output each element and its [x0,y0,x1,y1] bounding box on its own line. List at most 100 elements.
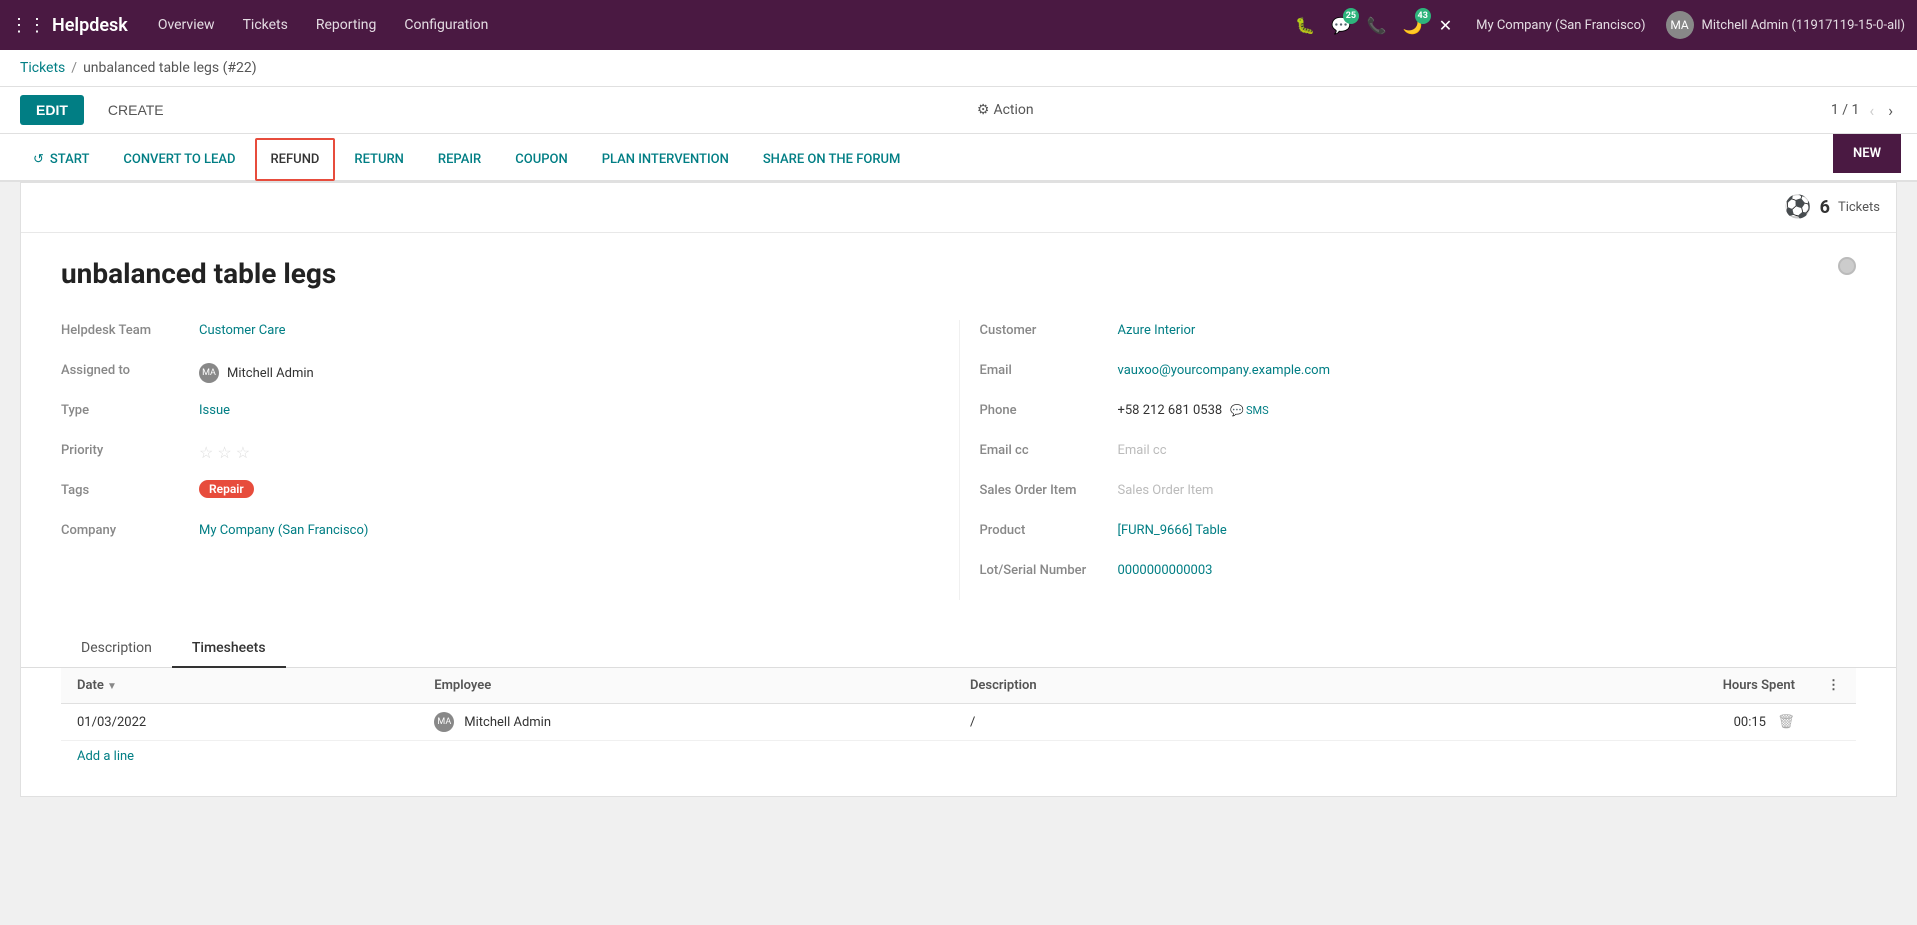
field-helpdesk-team: Helpdesk Team Customer Care [61,320,939,350]
nav-tickets[interactable]: Tickets [229,0,302,50]
action-coupon[interactable]: COUPON [500,139,582,180]
type-label: Type [61,400,191,418]
create-button[interactable]: CREATE [92,95,180,125]
action-coupon-label: COUPON [515,152,567,167]
action-convert-label: CONVERT TO LEAD [123,152,235,167]
star-2[interactable]: ☆ [217,443,231,462]
pagination: 1 / 1 ‹ › [1831,99,1897,122]
form-body: unbalanced table legs Helpdesk Team Cust… [21,233,1896,796]
edit-button[interactable]: EDIT [20,95,84,125]
sort-arrow: ▼ [107,681,117,692]
sms-icon: 💬 [1230,404,1244,417]
nav-reporting[interactable]: Reporting [302,0,391,50]
sms-label: SMS [1246,404,1269,417]
sms-button[interactable]: 💬 SMS [1230,404,1268,417]
col-header-date[interactable]: Date ▼ [61,668,418,704]
col-header-employee[interactable]: Employee [418,668,954,704]
clock-icon[interactable]: 🌙 43 [1399,12,1427,39]
new-button[interactable]: NEW [1833,134,1901,173]
navbar: ⋮⋮ Helpdesk Overview Tickets Reporting C… [0,0,1917,50]
nav-configuration[interactable]: Configuration [390,0,502,50]
sales-order-value[interactable]: Sales Order Item [1118,480,1214,498]
field-company: Company My Company (San Francisco) [61,520,939,550]
action-label: Action [993,102,1033,118]
add-line-button[interactable]: Add a line [61,741,150,772]
breadcrumb-parent[interactable]: Tickets [20,60,65,76]
table-header-row: Date ▼ Employee Description Hours Spent [61,668,1856,704]
status-dot[interactable] [1838,257,1856,275]
priority-label: Priority [61,440,191,458]
gear-icon: ⚙ [977,102,990,118]
employee-cell: MA Mitchell Admin [434,712,938,732]
product-value[interactable]: [FURN_9666] Table [1118,520,1227,538]
email-label: Email [980,360,1110,378]
field-assigned-to: Assigned to MA Mitchell Admin [61,360,939,390]
lot-serial-value[interactable]: 0000000000003 [1118,560,1213,578]
row-employee: MA Mitchell Admin [418,704,954,741]
timesheets-tbody: 01/03/2022 MA Mitchell Admin / 00:15 🗑 [61,704,1856,741]
col-header-description[interactable]: Description [954,668,1490,704]
action-plan-intervention[interactable]: PLAN INTERVENTION [587,139,744,180]
delete-row-icon[interactable]: 🗑 [1777,714,1795,730]
company-value[interactable]: My Company (San Francisco) [199,520,368,538]
phone-number: +58 212 681 0538 [1118,403,1223,418]
star-3[interactable]: ☆ [236,443,250,462]
avatar: MA [1666,11,1694,39]
action-repair-label: REPAIR [438,152,481,167]
card-header: ⚽ 6 Tickets [21,183,1896,233]
action-start[interactable]: ↺ START [18,139,104,180]
user-menu[interactable]: MA Mitchell Admin (11917119-15-0-all) [1666,11,1905,39]
field-product: Product [FURN_9666] Table [980,520,1857,550]
clock-badge: 43 [1415,8,1431,24]
debug-icon[interactable]: 🐛 [1291,12,1319,39]
app-title[interactable]: Helpdesk [52,15,128,36]
employee-name: Mitchell Admin [464,715,551,730]
apps-menu-icon[interactable]: ⋮⋮ [12,9,44,41]
ticket-stat: ⚽ 6 Tickets [1784,195,1880,220]
settings-icon[interactable]: ✕ [1435,12,1456,39]
helpdesk-team-label: Helpdesk Team [61,320,191,338]
row-date: 01/03/2022 [61,704,418,741]
helpdesk-team-value[interactable]: Customer Care [199,320,286,338]
table-row: 01/03/2022 MA Mitchell Admin / 00:15 🗑 [61,704,1856,741]
pagination-prev[interactable]: ‹ [1865,99,1878,122]
col-header-hours[interactable]: Hours Spent [1490,668,1811,704]
pagination-next[interactable]: › [1884,99,1897,122]
field-phone: Phone +58 212 681 0538 💬 SMS [980,400,1857,430]
action-share-forum[interactable]: SHARE ON THE FORUM [748,139,916,180]
phone-value: +58 212 681 0538 💬 SMS [1118,400,1269,418]
date-col-label: Date [77,678,104,693]
action-plan-label: PLAN INTERVENTION [602,152,729,167]
email-cc-label: Email cc [980,440,1110,458]
action-refund[interactable]: REFUND [255,138,336,181]
action-convert-to-lead[interactable]: CONVERT TO LEAD [108,139,250,180]
toolbar: EDIT CREATE ⚙ Action 1 / 1 ‹ › [0,87,1917,134]
refresh-icon: ↺ [33,152,44,167]
tag-repair[interactable]: Repair [199,480,254,498]
messages-icon[interactable]: 💬 25 [1327,12,1355,39]
type-value[interactable]: Issue [199,400,230,418]
action-return[interactable]: RETURN [339,139,419,180]
row-description: / [954,704,1490,741]
field-type: Type Issue [61,400,939,430]
main-content: ⚽ 6 Tickets unbalanced table legs Helpde… [0,182,1917,817]
action-return-label: RETURN [354,152,404,167]
company-name[interactable]: My Company (San Francisco) [1476,18,1645,33]
field-email: Email vauxoo@yourcompany.example.com [980,360,1857,390]
email-value[interactable]: vauxoo@yourcompany.example.com [1118,360,1330,378]
employee-col-label: Employee [434,678,491,693]
tab-timesheets[interactable]: Timesheets [172,630,286,668]
tags-label: Tags [61,480,191,498]
tab-description[interactable]: Description [61,630,172,668]
nav-overview[interactable]: Overview [144,0,229,50]
action-repair[interactable]: REPAIR [423,139,496,180]
action-dropdown[interactable]: ⚙ Action [977,102,1034,118]
assigned-to-value: MA Mitchell Admin [199,360,314,383]
new-label: NEW [1853,146,1881,161]
phone-icon[interactable]: 📞 [1363,12,1391,39]
email-cc-value[interactable]: Email cc [1118,440,1167,458]
assignee-name: Mitchell Admin [227,366,314,381]
phone-label: Phone [980,400,1110,418]
star-1[interactable]: ☆ [199,443,213,462]
customer-value[interactable]: Azure Interior [1118,320,1196,338]
